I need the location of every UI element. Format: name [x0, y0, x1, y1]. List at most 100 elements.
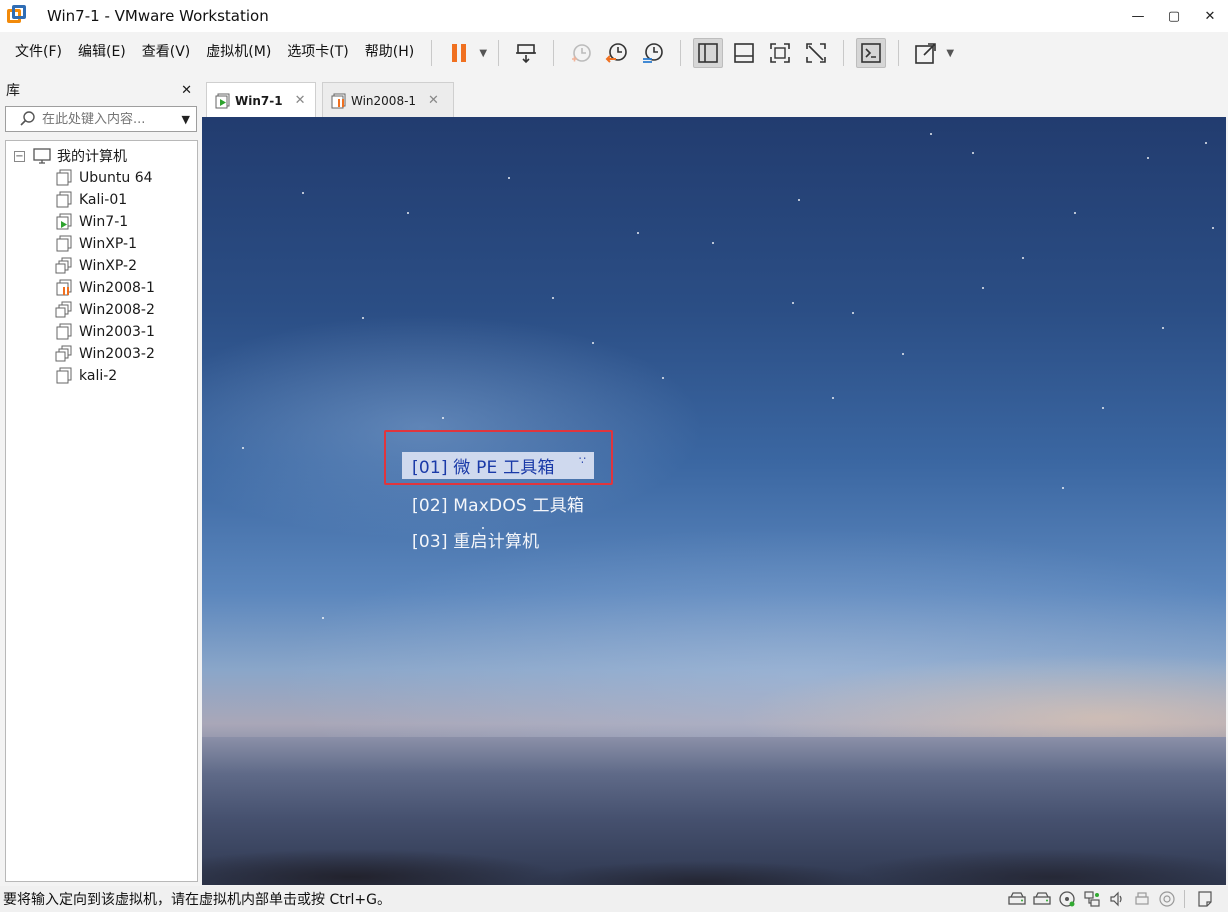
network-adapter-icon[interactable] — [1081, 889, 1103, 909]
search-dropdown-chevron-icon[interactable]: ▼ — [182, 113, 190, 126]
close-window-button[interactable]: ✕ — [1192, 0, 1228, 32]
boot-option-03[interactable]: [03] 重启计算机 — [412, 527, 539, 552]
tree-vm-label: Win2003-1 — [79, 324, 155, 340]
minimize-button[interactable]: — — [1120, 0, 1156, 32]
star-decoration — [1162, 327, 1164, 329]
tree-vm-label: Win7-1 — [79, 214, 129, 230]
star-decoration — [972, 152, 974, 154]
library-view-icon[interactable] — [693, 38, 724, 68]
printer-icon[interactable] — [1131, 889, 1153, 909]
vm-icon — [56, 235, 72, 252]
search-icon — [20, 111, 35, 126]
vm-paused-icon — [331, 93, 346, 108]
cd-dvd-icon[interactable] — [1056, 889, 1078, 909]
tree-vm-label: kali-2 — [79, 368, 118, 384]
vm-console-screen[interactable]: [01] 微 PE 工具箱 ∵ [02] MaxDOS 工具箱 [03] 重启计… — [202, 117, 1226, 885]
menu-tabs[interactable]: 选项卡(T) — [279, 32, 356, 74]
tree-vm-item[interactable]: Kali-01 — [6, 189, 197, 211]
tree-vm-item[interactable]: WinXP-1 — [6, 233, 197, 255]
star-decoration — [662, 377, 664, 379]
maximize-button[interactable]: ▢ — [1156, 0, 1192, 32]
library-close-icon[interactable]: ✕ — [181, 83, 192, 98]
status-message: 要将输入定向到该虚拟机，请在虚拟机内部单击或按 Ctrl+G。 — [3, 892, 391, 908]
star-decoration — [982, 287, 984, 289]
send-ctrl-alt-del-icon[interactable] — [511, 38, 541, 68]
library-search-input[interactable] — [42, 111, 182, 127]
sound-icon[interactable] — [1106, 889, 1128, 909]
star-decoration — [592, 342, 594, 344]
menu-help[interactable]: 帮助(H) — [357, 32, 422, 74]
tree-vm-item[interactable]: Win2008-2 — [6, 299, 197, 321]
menu-edit[interactable]: 编辑(E) — [70, 32, 134, 74]
tab-close-icon[interactable]: ✕ — [295, 93, 306, 108]
menu-view[interactable]: 查看(V) — [134, 32, 199, 74]
pause-icon[interactable] — [444, 38, 474, 68]
vmware-logo-icon — [6, 5, 28, 27]
star-decoration — [242, 447, 244, 449]
computer-icon — [33, 148, 51, 164]
star-decoration — [1102, 407, 1104, 409]
vm-icon — [56, 367, 72, 384]
unity-icon[interactable] — [801, 38, 831, 68]
vm-clone-icon — [55, 345, 72, 362]
star-decoration — [302, 192, 304, 194]
revert-snapshot-icon[interactable] — [602, 38, 632, 68]
hard-disk-icon[interactable] — [1006, 889, 1028, 909]
tree-vm-item[interactable]: WinXP-2 — [6, 255, 197, 277]
tab-label: Win7-1 — [235, 93, 283, 108]
toolbar-divider — [498, 40, 500, 66]
tree-root-my-computer[interactable]: − 我的计算机 — [6, 145, 197, 167]
tree-vm-item[interactable]: kali-2 — [6, 365, 197, 387]
star-decoration — [508, 177, 510, 179]
full-screen-icon[interactable] — [765, 38, 795, 68]
star-decoration — [442, 417, 444, 419]
star-decoration — [362, 317, 364, 319]
stretch-icon[interactable] — [911, 38, 941, 68]
message-log-icon[interactable] — [1194, 889, 1216, 909]
tree-vm-label: Win2008-2 — [79, 302, 155, 318]
menu-vm[interactable]: 虚拟机(M) — [198, 32, 279, 74]
star-decoration — [798, 199, 800, 201]
menu-toolbar: 文件(F) 编辑(E) 查看(V) 虚拟机(M) 选项卡(T) 帮助(H) ▼ … — [0, 32, 1228, 74]
tree-vm-item[interactable]: Win7-1 — [6, 211, 197, 233]
display-icon[interactable] — [1156, 889, 1178, 909]
boot-option-02[interactable]: [02] MaxDOS 工具箱 — [412, 491, 584, 516]
console-view-icon[interactable] — [856, 38, 887, 68]
power-dropdown-chevron-icon[interactable]: ▼ — [477, 48, 489, 59]
star-decoration — [1205, 142, 1207, 144]
tree-vm-label: WinXP-2 — [79, 258, 137, 274]
library-search[interactable]: ▼ — [5, 106, 197, 132]
status-divider — [1184, 890, 1185, 908]
stretch-dropdown-chevron-icon[interactable]: ▼ — [944, 48, 956, 59]
tree-vm-item[interactable]: Win2008-1 — [6, 277, 197, 299]
tree-vm-item[interactable]: Win2003-2 — [6, 343, 197, 365]
star-decoration — [552, 297, 554, 299]
toolbar-divider — [431, 40, 433, 66]
hard-disk-2-icon[interactable] — [1031, 889, 1053, 909]
tree-vm-label: WinXP-1 — [79, 236, 137, 252]
collapse-icon[interactable]: − — [14, 150, 25, 162]
vm-icon — [56, 323, 72, 340]
vm-clone-icon — [55, 301, 72, 318]
star-decoration — [1062, 487, 1064, 489]
tab-close-icon[interactable]: ✕ — [428, 93, 439, 108]
vm-icon — [56, 191, 72, 208]
status-bar: 要将输入定向到该虚拟机，请在虚拟机内部单击或按 Ctrl+G。 — [0, 886, 1228, 912]
tree-vm-label: Ubuntu 64 — [79, 170, 153, 186]
tree-vm-item[interactable]: Win2003-1 — [6, 321, 197, 343]
star-decoration — [407, 212, 409, 214]
tree-vm-label: Win2008-1 — [79, 280, 155, 296]
tree-vm-item[interactable]: Ubuntu 64 — [6, 167, 197, 189]
snapshot-manager-icon[interactable] — [638, 38, 668, 68]
tab-win2008-1[interactable]: Win2008-1 ✕ — [322, 82, 454, 118]
toolbar-divider — [680, 40, 682, 66]
tree-vm-label: Kali-01 — [79, 192, 128, 208]
thumbnail-bar-icon[interactable] — [729, 38, 759, 68]
tab-win7-1[interactable]: Win7-1 ✕ — [206, 82, 316, 118]
star-decoration — [712, 242, 714, 244]
star-decoration — [832, 397, 834, 399]
boot-option-01[interactable]: [01] 微 PE 工具箱 ∵ — [402, 452, 594, 479]
tab-label: Win2008-1 — [351, 93, 417, 108]
menu-file[interactable]: 文件(F) — [7, 32, 70, 74]
shore-background — [202, 817, 1226, 885]
